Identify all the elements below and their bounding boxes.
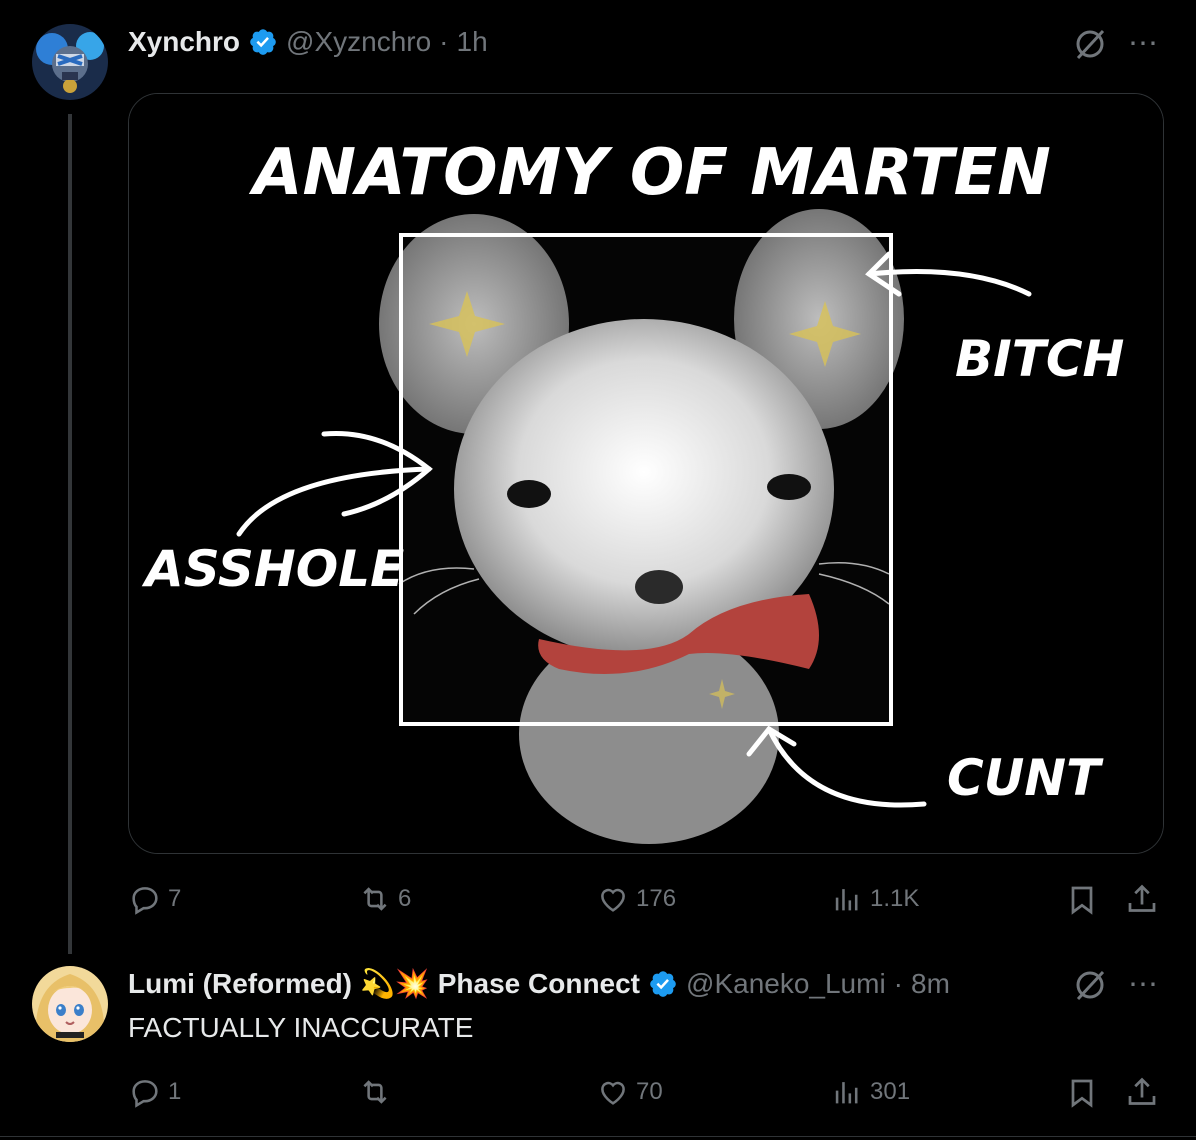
bookmark-icon[interactable] [1064, 1075, 1100, 1111]
views-button[interactable]: 301 [830, 1075, 910, 1109]
name-emojis: 💫💥 [360, 967, 430, 1000]
more-options-icon[interactable]: ⋯ [1128, 970, 1160, 1000]
repost-icon [363, 1080, 387, 1104]
org-name[interactable]: Phase Connect [438, 968, 640, 1000]
reply-icon [132, 1080, 158, 1108]
repost-button[interactable] [358, 1075, 398, 1109]
repost-icon [363, 887, 387, 911]
like-button[interactable]: 70 [596, 1075, 663, 1109]
view-count: 301 [870, 1078, 911, 1105]
like-count: 70 [636, 1078, 663, 1105]
meme-title: ANATOMY OF MARTEN [248, 136, 1051, 210]
more-options-icon[interactable]: ⋯ [1128, 29, 1160, 59]
time-separator: · [439, 26, 449, 57]
reply-icon [132, 887, 158, 915]
meme-image: ANATOMY OF MARTEN BITCH ASSHOLE CUNT [129, 94, 1163, 853]
share-icon[interactable] [1124, 1075, 1160, 1111]
bookmark-icon[interactable] [1064, 882, 1100, 918]
verified-badge-icon [250, 29, 276, 55]
divider [0, 1136, 1196, 1137]
share-icon[interactable] [1124, 882, 1160, 918]
label-cunt: CUNT [947, 749, 1104, 807]
view-count: 1.1K [870, 885, 920, 912]
display-name[interactable]: Xynchro [128, 26, 240, 58]
timestamp[interactable]: 8m [911, 968, 950, 1000]
reply-count: 1 [168, 1078, 182, 1105]
display-name[interactable]: Lumi (Reformed) [128, 968, 352, 1000]
time-separator: · [893, 967, 903, 999]
handle[interactable]: @Xyznchro [286, 26, 431, 58]
grok-icon[interactable] [1072, 26, 1108, 62]
analytics-icon [835, 889, 858, 911]
tweet-header: Lumi (Reformed) 💫💥 Phase Connect @Kaneko… [128, 967, 950, 1000]
tweet-text: FACTUALLY INACCURATE [128, 1012, 474, 1043]
timestamp[interactable]: 1h [457, 26, 488, 58]
verified-badge-icon [650, 970, 676, 997]
views-button[interactable]: 1.1K [830, 882, 919, 916]
reply-button[interactable]: 7 [128, 882, 181, 916]
repost-count: 6 [398, 885, 412, 912]
repost-button[interactable]: 6 [358, 882, 411, 916]
reply-count: 7 [168, 885, 182, 912]
label-bitch: BITCH [955, 330, 1124, 388]
avatar-image [32, 24, 108, 100]
handle[interactable]: @Kaneko_Lumi [686, 968, 886, 1000]
like-button[interactable]: 176 [596, 882, 676, 916]
tweet-media[interactable]: ANATOMY OF MARTEN BITCH ASSHOLE CUNT [128, 93, 1164, 854]
label-asshole: ASSHOLE [141, 540, 404, 598]
reply-button[interactable]: 1 [128, 1075, 181, 1109]
grok-icon[interactable] [1072, 967, 1108, 1003]
like-count: 176 [636, 885, 677, 912]
avatar-image [32, 966, 108, 1042]
heart-icon [601, 1081, 625, 1105]
avatar-lumi[interactable] [32, 966, 108, 1042]
heart-icon [601, 888, 625, 912]
analytics-icon [835, 1082, 858, 1104]
avatar-xynchro[interactable] [32, 24, 108, 100]
thread-line [68, 114, 72, 954]
tweet-header: Xynchro @Xyznchro · 1h [128, 26, 488, 58]
